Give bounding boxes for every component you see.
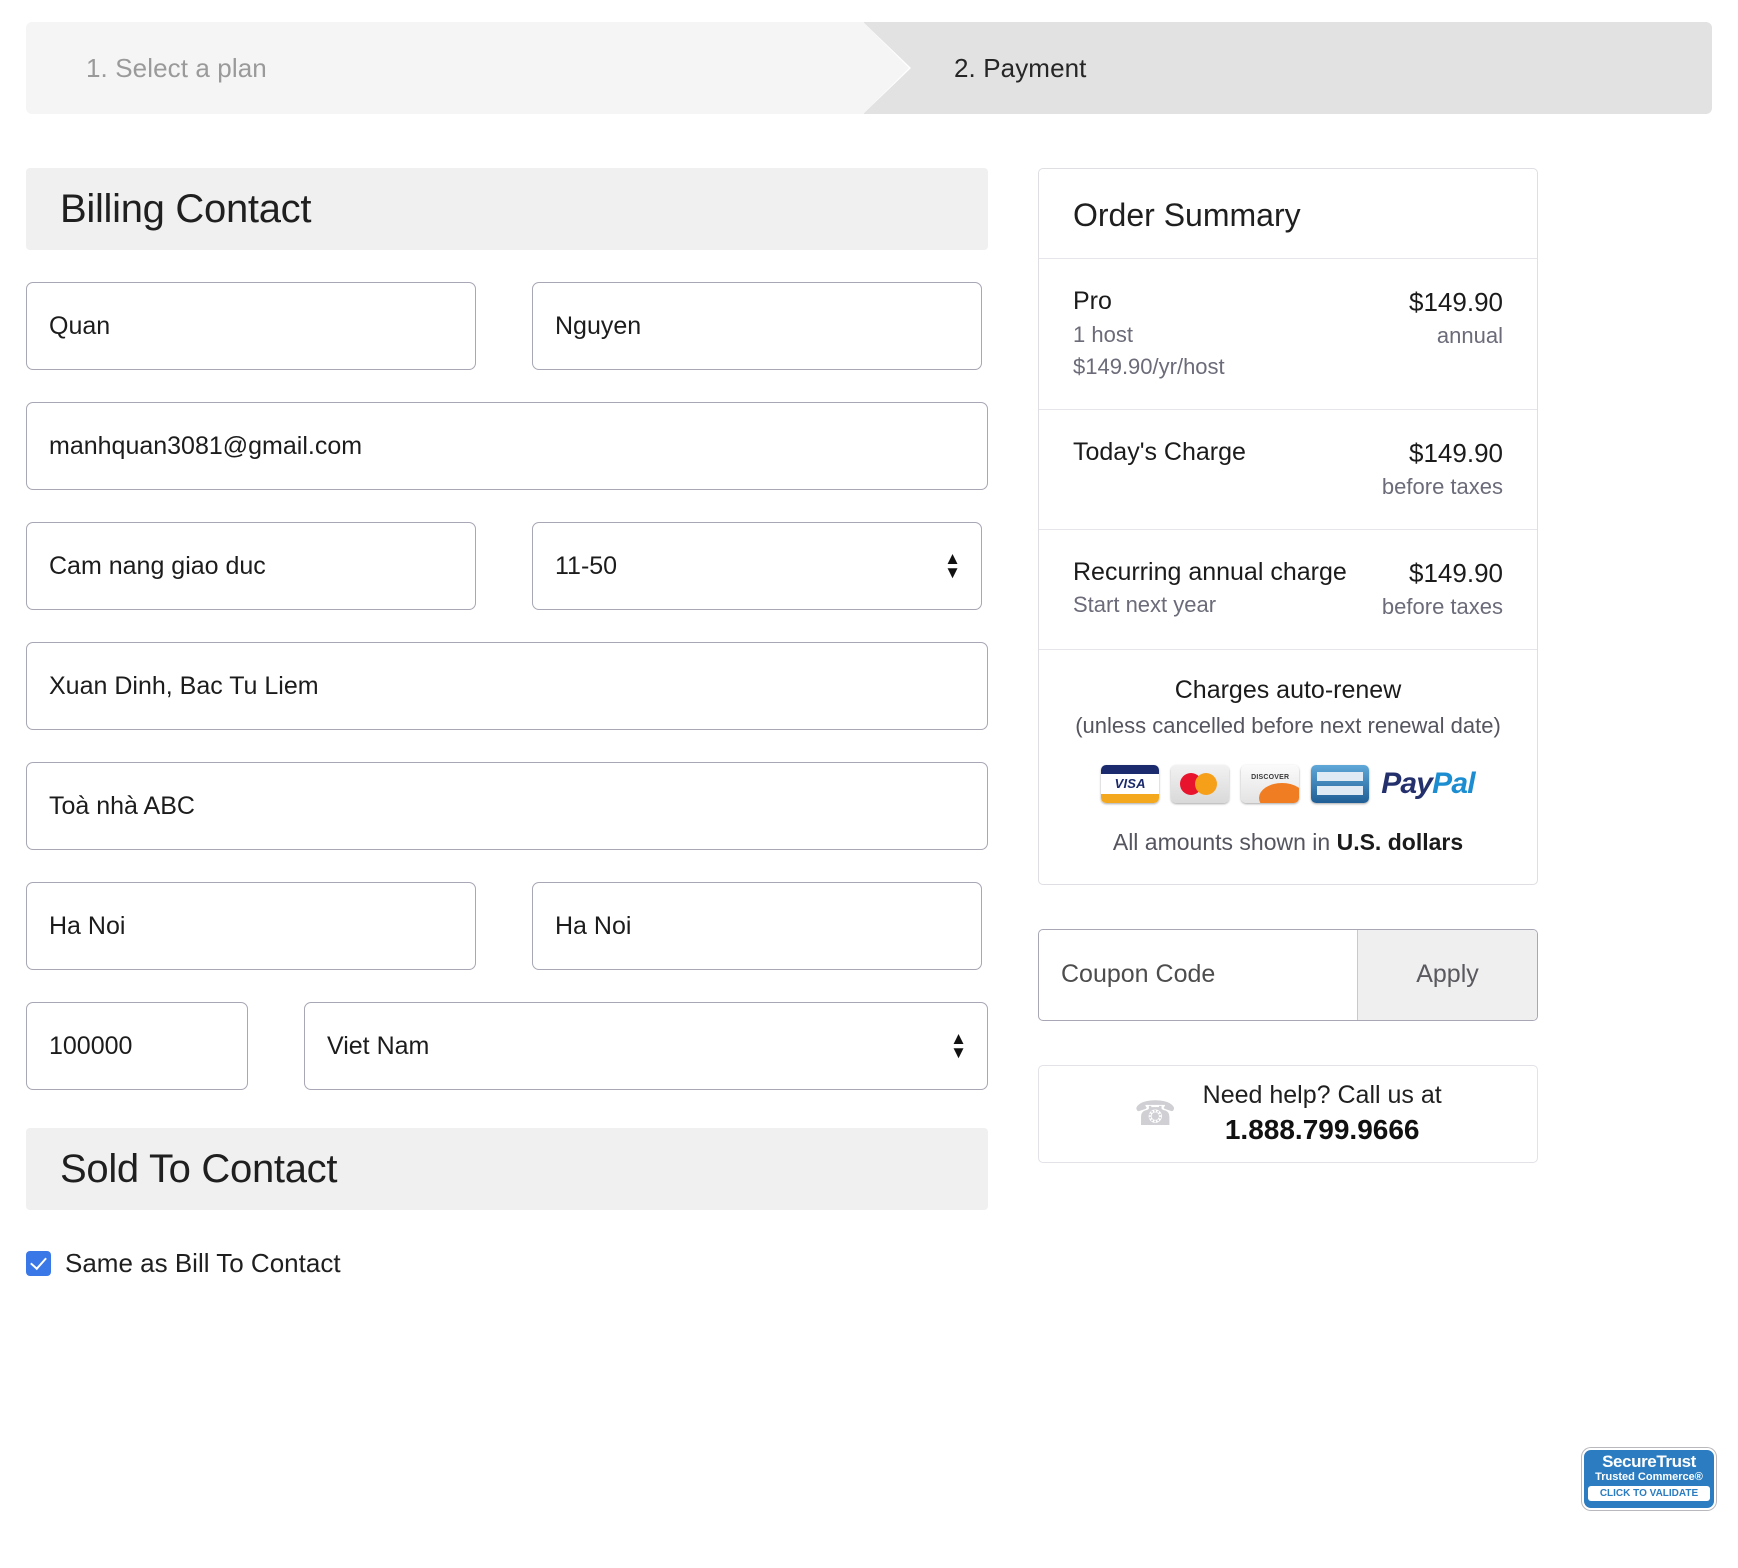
same-as-bill-to-label: Same as Bill To Contact xyxy=(65,1248,341,1278)
order-summary-title-text: Order Summary xyxy=(1073,197,1301,233)
plan-term: annual xyxy=(1436,323,1503,349)
paypal-part-2: Pal xyxy=(1432,766,1475,800)
recurring-charge-start: Start next year xyxy=(1073,592,1217,618)
city-value: Ha Noi xyxy=(49,911,126,940)
billing-form: Billing Contact Quan Nguyen manhquan3081… xyxy=(26,168,988,1279)
checkout-steps: 1. Select a plan 2. Payment xyxy=(26,22,1712,114)
plan-hosts: 1 host xyxy=(1073,321,1133,347)
currency-note-prefix: All amounts shown in xyxy=(1112,828,1337,855)
step-select-a-plan[interactable]: 1. Select a plan xyxy=(26,22,909,114)
help-phone-number: 1.888.799.9666 xyxy=(1224,1114,1420,1145)
city-state-row: Ha Noi Ha Noi xyxy=(26,882,988,970)
todays-charge-price-wrap: $149.90 before taxes xyxy=(1382,436,1503,503)
step-1-label: 1. Select a plan xyxy=(86,52,267,83)
todays-charge-price: $149.90 xyxy=(1409,437,1503,468)
checkout-page: 1. Select a plan 2. Payment Billing Cont… xyxy=(0,0,1738,1568)
recurring-charge-note: before taxes xyxy=(1381,593,1503,619)
address-line-2-input[interactable]: Toà nhà ABC xyxy=(26,762,988,850)
accepted-payment-methods: VISA DISCOVER PayPal xyxy=(1063,764,1513,803)
company-input[interactable]: Cam nang giao duc xyxy=(26,522,476,610)
chevron-updown-icon: ▲ ▼ xyxy=(944,549,961,582)
discover-icon: DISCOVER xyxy=(1241,764,1300,803)
first-name-value: Quan xyxy=(49,311,111,340)
last-name-value: Nguyen xyxy=(555,311,642,340)
last-name-input[interactable]: Nguyen xyxy=(532,282,982,370)
address-line-1-value: Xuan Dinh, Bac Tu Liem xyxy=(49,671,319,700)
first-name-input[interactable]: Quan xyxy=(26,282,476,370)
coupon-group: Coupon Code Apply xyxy=(1038,928,1538,1021)
auto-renew-line-1: Charges auto-renew xyxy=(1174,675,1402,704)
plan-unit-price: $149.90/yr/host xyxy=(1073,353,1225,379)
coupon-code-input[interactable]: Coupon Code xyxy=(1039,930,1357,1020)
order-plan-details: Pro 1 host $149.90/yr/host xyxy=(1073,285,1225,383)
zip-country-row: 100000 Viet Nam ▲ ▼ xyxy=(26,1002,988,1090)
coupon-code-placeholder: Coupon Code xyxy=(1061,960,1216,988)
chevron-updown-icon: ▲ ▼ xyxy=(950,1029,967,1062)
city-input[interactable]: Ha Noi xyxy=(26,882,476,970)
securetrust-validate-label: CLICK TO VALIDATE xyxy=(1588,1486,1710,1501)
mastercard-icon xyxy=(1171,764,1230,803)
zip-value: 100000 xyxy=(49,1031,133,1060)
company-value: Cam nang giao duc xyxy=(49,551,266,580)
name-row: Quan Nguyen xyxy=(26,282,988,370)
state-value: Ha Noi xyxy=(555,911,632,940)
country-select[interactable]: Viet Nam ▲ ▼ xyxy=(304,1002,988,1090)
address-line-2-value: Toà nhà ABC xyxy=(49,791,195,820)
currency-note-value: U.S. dollars xyxy=(1336,828,1464,855)
todays-charge-label: Today's Charge xyxy=(1073,437,1246,466)
apply-coupon-button[interactable]: Apply xyxy=(1357,929,1537,1020)
address-2-row: Toà nhà ABC xyxy=(26,762,988,850)
securetrust-badge[interactable]: SecureTrust Trusted Commerce® CLICK TO V… xyxy=(1582,1448,1716,1510)
sold-to-heading-text: Sold To Contact xyxy=(60,1146,338,1191)
zip-input[interactable]: 100000 xyxy=(26,1002,248,1090)
email-input[interactable]: manhquan3081@gmail.com xyxy=(26,402,988,490)
recurring-charge-price: $149.90 xyxy=(1409,557,1503,588)
visa-icon: VISA xyxy=(1101,764,1160,803)
todays-charge-note: before taxes xyxy=(1381,473,1503,499)
todays-charge-label-wrap: Today's Charge xyxy=(1073,436,1246,503)
apply-coupon-label: Apply xyxy=(1416,960,1479,988)
order-sidebar: Order Summary Pro 1 host $149.90/yr/host… xyxy=(1038,168,1538,1163)
paypal-icon: PayPal xyxy=(1381,767,1475,801)
help-line-1: Need help? Call us at xyxy=(1202,1081,1442,1109)
recurring-charge-price-wrap: $149.90 before taxes xyxy=(1382,556,1503,623)
state-input[interactable]: Ha Noi xyxy=(532,882,982,970)
todays-charge-row: Today's Charge $149.90 before taxes xyxy=(1039,410,1537,530)
recurring-charge-label-wrap: Recurring annual charge Start next year xyxy=(1073,556,1347,623)
email-value: manhquan3081@gmail.com xyxy=(49,431,363,460)
plan-name: Pro xyxy=(1073,287,1112,315)
paypal-part-1: Pay xyxy=(1381,766,1433,800)
order-plan-price: $149.90 annual xyxy=(1409,285,1503,383)
american-express-icon xyxy=(1311,764,1370,803)
order-summary-card: Order Summary Pro 1 host $149.90/yr/host… xyxy=(1038,168,1538,885)
step-2-label: 2. Payment xyxy=(954,52,1087,83)
same-as-bill-to-contact-row[interactable]: Same as Bill To Contact xyxy=(26,1248,988,1279)
country-value: Viet Nam xyxy=(327,1031,430,1060)
auto-renew-line-2: (unless cancelled before next renewal da… xyxy=(1075,712,1501,738)
currency-note: All amounts shown in U.S. dollars xyxy=(1063,829,1513,856)
securetrust-line-2: Trusted Commerce® xyxy=(1595,1471,1703,1483)
help-text-wrap: Need help? Call us at 1.888.799.9666 xyxy=(1203,1081,1442,1146)
plan-price: $149.90 xyxy=(1409,287,1503,317)
sold-to-contact-heading: Sold To Contact xyxy=(26,1128,988,1210)
order-summary-title: Order Summary xyxy=(1039,169,1537,259)
step-payment[interactable]: 2. Payment xyxy=(863,22,1712,114)
order-plan-row: Pro 1 host $149.90/yr/host $149.90 annua… xyxy=(1039,259,1537,410)
recurring-charge-label: Recurring annual charge xyxy=(1073,557,1347,586)
billing-heading-text: Billing Contact xyxy=(60,186,312,231)
company-size-select[interactable]: 11-50 ▲ ▼ xyxy=(532,522,982,610)
company-size-value: 11-50 xyxy=(555,551,618,580)
auto-renew-section: Charges auto-renew (unless cancelled bef… xyxy=(1039,650,1537,884)
phone-icon: ☎ xyxy=(1134,1094,1177,1133)
company-row: Cam nang giao duc 11-50 ▲ ▼ xyxy=(26,522,988,610)
address-line-1-input[interactable]: Xuan Dinh, Bac Tu Liem xyxy=(26,642,988,730)
securetrust-line-1: SecureTrust xyxy=(1602,1452,1696,1471)
same-as-bill-to-checkbox[interactable] xyxy=(26,1251,51,1276)
recurring-charge-row: Recurring annual charge Start next year … xyxy=(1039,530,1537,650)
billing-contact-heading: Billing Contact xyxy=(26,168,988,250)
help-card: ☎ Need help? Call us at 1.888.799.9666 xyxy=(1038,1064,1538,1163)
email-row: manhquan3081@gmail.com xyxy=(26,402,988,490)
address-1-row: Xuan Dinh, Bac Tu Liem xyxy=(26,642,988,730)
